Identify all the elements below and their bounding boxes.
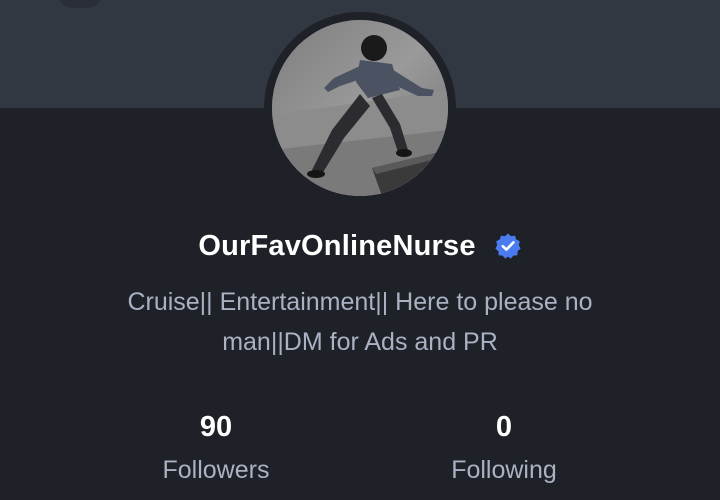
- followers-label: Followers: [162, 456, 270, 484]
- name-row: OurFavOnlineNurse: [0, 226, 720, 266]
- following-label: Following: [451, 456, 557, 484]
- avatar[interactable]: [272, 20, 448, 196]
- profile-screen: OurFavOnlineNurse Cruise|| Entertainment…: [0, 0, 720, 500]
- verified-badge-icon: [494, 232, 522, 260]
- followers-count: 90: [199, 411, 233, 443]
- following-stat[interactable]: 0 Following: [384, 408, 624, 488]
- followers-stat[interactable]: 90 Followers: [96, 408, 336, 488]
- avatar-photo: [272, 20, 448, 196]
- following-count: 0: [495, 411, 513, 443]
- banner-corner-element: [58, 0, 102, 8]
- display-name: OurFavOnlineNurse: [198, 229, 476, 262]
- avatar-ring: [264, 12, 456, 204]
- profile-bio: Cruise|| Entertainment|| Here to please …: [127, 288, 593, 356]
